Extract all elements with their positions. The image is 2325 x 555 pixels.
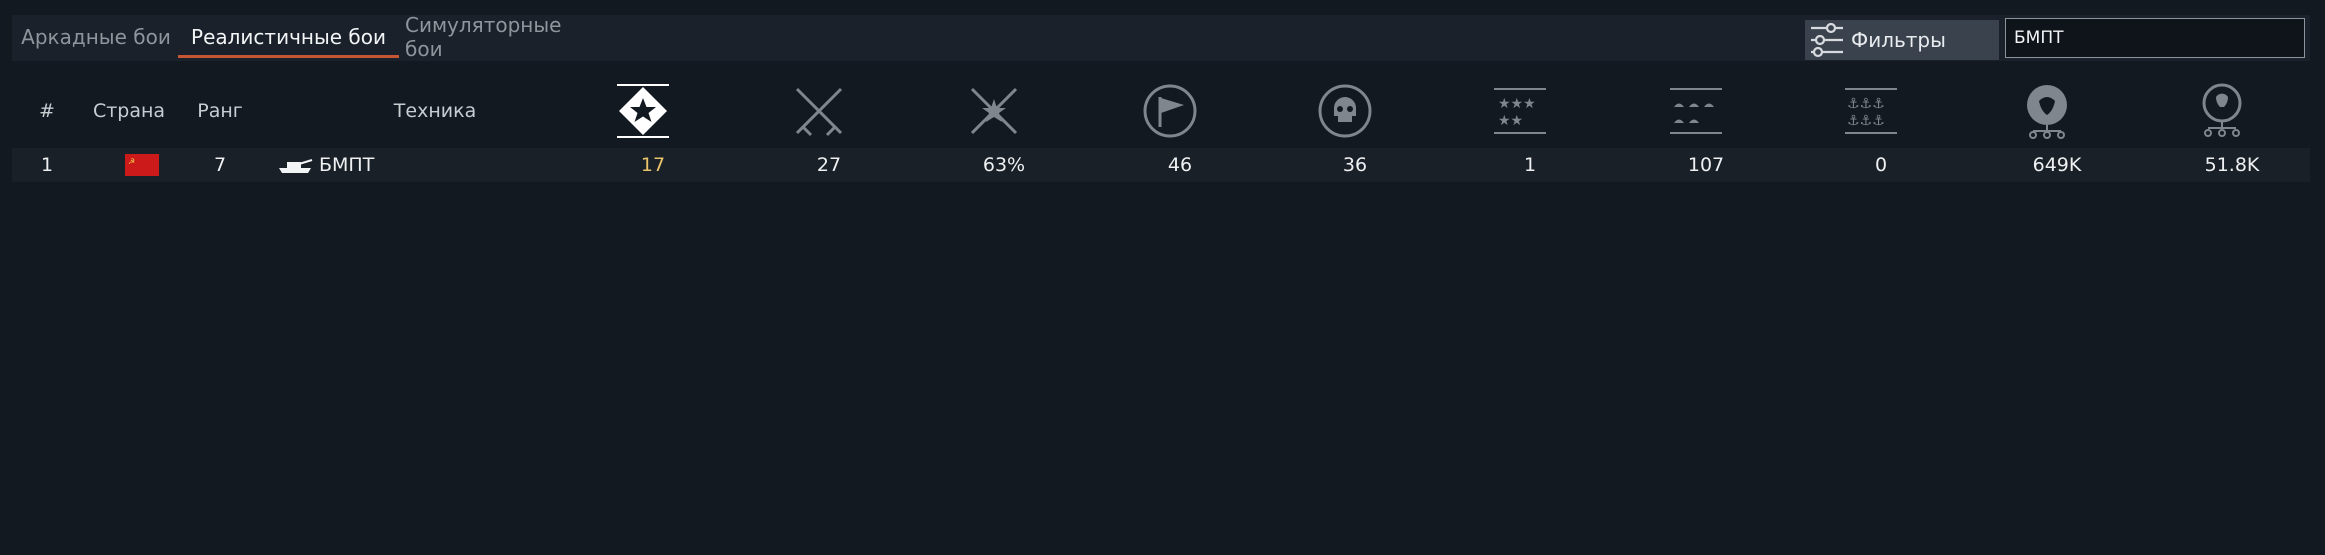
stat-ground-kills: 107	[1687, 154, 1725, 176]
naval-kills-anchors-icon[interactable]: ⚓⚓⚓⚓⚓⚓	[1841, 81, 1901, 141]
filters-button[interactable]: Фильтры	[1805, 20, 1999, 60]
stat-vehicle-rating: 17	[640, 154, 666, 176]
svg-text:★★★: ★★★	[1498, 96, 1536, 112]
stat-captures: 46	[1167, 154, 1193, 176]
column-number[interactable]: #	[22, 75, 72, 147]
crossed-swords-icon[interactable]	[789, 81, 849, 141]
vehicle-rating-icon[interactable]	[613, 81, 673, 141]
tab-simulator[interactable]: Симуляторные бои	[405, 13, 597, 61]
ground-kills-icon[interactable]	[1666, 81, 1726, 141]
svg-text:⚓⚓⚓: ⚓⚓⚓	[1847, 96, 1885, 112]
column-vehicle[interactable]: Техника	[370, 75, 500, 147]
svg-text:☭: ☭	[128, 157, 135, 166]
stat-naval-kills: 0	[1874, 154, 1888, 176]
stat-silver-lions: 649K	[2032, 154, 2082, 176]
row-rank: 7	[213, 154, 227, 176]
table-header: # Страна Ранг Техника ★★★ ★★ ⚓⚓⚓ ⚓⚓⚓	[0, 75, 2325, 147]
tab-arcade[interactable]: Аркадные бои	[20, 15, 172, 59]
capture-flag-icon[interactable]	[1140, 81, 1200, 141]
tab-realistic-label: Реалистичные бои	[191, 25, 386, 49]
filters-label: Фильтры	[1851, 28, 1946, 52]
search-input[interactable]	[2005, 18, 2305, 58]
tab-arcade-label: Аркадные бои	[21, 25, 171, 49]
lion-icon[interactable]	[2017, 81, 2077, 141]
tank-icon	[279, 159, 313, 173]
row-number: 1	[40, 154, 54, 176]
stat-research-points: 51.8K	[2204, 154, 2260, 176]
tab-simulator-label: Симуляторные бои	[405, 13, 562, 61]
stat-air-kills: 1	[1523, 154, 1537, 176]
stat-battles: 27	[816, 154, 842, 176]
vehicle-name: БМПТ	[319, 154, 375, 176]
column-rank[interactable]: Ранг	[180, 75, 260, 147]
column-country[interactable]: Страна	[78, 75, 180, 147]
tab-realistic[interactable]: Реалистичные бои	[178, 15, 399, 59]
air-kills-stars-icon[interactable]: ★★★★★	[1490, 81, 1550, 141]
active-tab-underline	[178, 55, 399, 58]
crossed-swords-star-icon[interactable]	[964, 81, 1024, 141]
row-vehicle[interactable]: БМПТ	[277, 148, 437, 182]
research-bulb-icon[interactable]	[2192, 81, 2252, 141]
stat-win-rate: 63%	[982, 154, 1026, 176]
skull-icon[interactable]	[1315, 81, 1375, 141]
country-flag-cell: ☭	[112, 148, 172, 182]
ussr-flag-icon: ☭	[125, 154, 159, 176]
table-row[interactable]: 1 ☭ 7 БМПТ 17 27 63% 46 36 1 107 0 649K …	[12, 148, 2310, 182]
svg-text:★★: ★★	[1498, 113, 1523, 129]
svg-text:⚓⚓⚓: ⚓⚓⚓	[1847, 113, 1885, 129]
stat-deaths: 36	[1342, 154, 1368, 176]
sliders-icon	[1811, 22, 1843, 58]
